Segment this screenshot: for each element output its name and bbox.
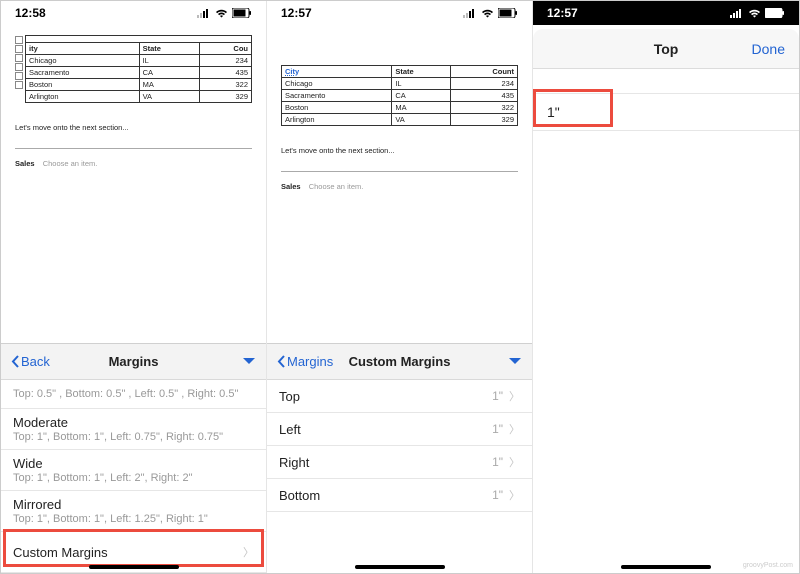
panel-top-value: 12:57 Top Done 1" groovyPost.com	[533, 1, 799, 573]
th-state: State	[392, 66, 451, 78]
doc-paragraph: Let's move onto the next section...	[281, 146, 518, 155]
th-state: State	[139, 43, 200, 55]
th-count: Count	[451, 66, 518, 78]
table-row: ArlingtonVA329	[26, 91, 252, 103]
back-label: Margins	[287, 354, 333, 369]
margin-value: 1"	[547, 104, 560, 120]
row-checkbox[interactable]	[15, 54, 23, 62]
back-button[interactable]: Margins	[277, 354, 333, 369]
value-editor-body: 1"	[533, 69, 799, 131]
row-checkbox[interactable]	[15, 72, 23, 80]
status-icons	[730, 8, 785, 18]
sales-field[interactable]: Sales Choose an item.	[281, 182, 518, 191]
chevron-left-icon	[11, 355, 19, 368]
row-value: 1"	[492, 488, 503, 502]
status-time: 12:58	[15, 6, 46, 20]
row-checkbox[interactable]	[15, 63, 23, 71]
wifi-icon	[481, 9, 494, 18]
th-city: ity	[26, 43, 140, 55]
value-editor-header: Top Done	[533, 29, 799, 69]
watermark: groovyPost.com	[743, 562, 793, 569]
margin-option-truncated[interactable]: Top: 0.5" , Bottom: 0.5" , Left: 0.5" , …	[1, 380, 266, 409]
margin-value-field[interactable]: 1"	[533, 93, 799, 131]
dropdown-toggle[interactable]	[242, 353, 256, 371]
status-icons	[463, 8, 518, 18]
sales-placeholder: Choose an item.	[43, 159, 98, 168]
row-checkbox[interactable]	[15, 36, 23, 44]
signal-icon	[197, 9, 211, 18]
statusbar: 12:58	[1, 1, 266, 25]
status-time: 12:57	[281, 6, 312, 20]
margin-option-mirrored[interactable]: Mirrored Top: 1", Bottom: 1", Left: 1.25…	[1, 491, 266, 532]
battery-icon	[765, 8, 785, 18]
chevron-right-icon: 〉	[509, 487, 520, 503]
sales-label: Sales	[281, 182, 301, 191]
custom-margins-sheet: Margins Custom Margins Top 1" 〉 Left 1" …	[267, 343, 532, 573]
data-table: ity State Cou ChicagoIL234 SacramentoCA4…	[25, 35, 252, 103]
home-indicator[interactable]	[355, 565, 445, 569]
table-row: SacramentoCA435	[26, 67, 252, 79]
chevron-left-icon	[277, 355, 285, 368]
home-indicator[interactable]	[89, 565, 179, 569]
chevron-right-icon: 〉	[243, 544, 254, 560]
document-preview: City State Count ChicagoIL234 Sacramento…	[267, 25, 532, 201]
doc-paragraph: Let's move onto the next section...	[15, 123, 252, 132]
row-value: 1"	[492, 422, 503, 436]
table-row: ChicagoIL234	[282, 78, 518, 90]
wifi-icon	[215, 9, 228, 18]
signal-icon	[463, 9, 477, 18]
table-row: ArlingtonVA329	[282, 114, 518, 126]
th-city: City	[282, 66, 392, 78]
custom-row-right[interactable]: Right 1" 〉	[267, 446, 532, 479]
custom-row-top[interactable]: Top 1" 〉	[267, 380, 532, 413]
sales-field[interactable]: Sales Choose an item.	[15, 159, 252, 168]
dropdown-toggle[interactable]	[508, 353, 522, 371]
custom-row-bottom[interactable]: Bottom 1" 〉	[267, 479, 532, 512]
battery-icon	[232, 8, 252, 18]
wifi-icon	[748, 9, 761, 18]
sales-placeholder: Choose an item.	[309, 182, 364, 191]
statusbar: 12:57	[267, 1, 532, 25]
row-checkbox[interactable]	[15, 45, 23, 53]
status-icons	[197, 8, 252, 18]
back-label: Back	[21, 354, 50, 369]
panel-custom-margins: 12:57 City State Count ChicagoIL234 Sacr…	[267, 1, 533, 573]
document-preview: ity State Cou ChicagoIL234 SacramentoCA4…	[1, 25, 266, 178]
row-value: 1"	[492, 455, 503, 469]
chevron-right-icon: 〉	[509, 454, 520, 470]
chevron-right-icon: 〉	[509, 421, 520, 437]
back-button[interactable]: Back	[11, 354, 50, 369]
row-value: 1"	[492, 389, 503, 403]
panel-margins-list: 12:58	[1, 1, 267, 573]
th-count: Cou	[200, 43, 252, 55]
row-checkbox[interactable]	[15, 81, 23, 89]
sheet-header: Margins Custom Margins	[267, 344, 532, 380]
home-indicator[interactable]	[621, 565, 711, 569]
row-label: Top	[279, 389, 300, 404]
editor-title: Top	[533, 41, 799, 57]
statusbar: 12:57	[533, 1, 799, 25]
status-time: 12:57	[547, 6, 578, 20]
sheet-header: Back Margins	[1, 344, 266, 380]
margins-sheet: Back Margins Top: 0.5" , Bottom: 0.5" , …	[1, 343, 266, 573]
battery-icon	[498, 8, 518, 18]
table-row: SacramentoCA435	[282, 90, 518, 102]
table-row: BostonMA322	[282, 102, 518, 114]
margin-option-wide[interactable]: Wide Top: 1", Bottom: 1", Left: 2", Righ…	[1, 450, 266, 491]
chevron-right-icon: 〉	[509, 388, 520, 404]
signal-icon	[730, 9, 744, 18]
table-row: BostonMA322	[26, 79, 252, 91]
row-label: Bottom	[279, 488, 320, 503]
margin-option-moderate[interactable]: Moderate Top: 1", Bottom: 1", Left: 0.75…	[1, 409, 266, 450]
row-label: Right	[279, 455, 309, 470]
data-table: City State Count ChicagoIL234 Sacramento…	[281, 65, 518, 126]
custom-row-left[interactable]: Left 1" 〉	[267, 413, 532, 446]
table-row: ChicagoIL234	[26, 55, 252, 67]
sales-label: Sales	[15, 159, 35, 168]
chevron-down-icon	[242, 357, 256, 366]
row-label: Left	[279, 422, 301, 437]
chevron-down-icon	[508, 357, 522, 366]
